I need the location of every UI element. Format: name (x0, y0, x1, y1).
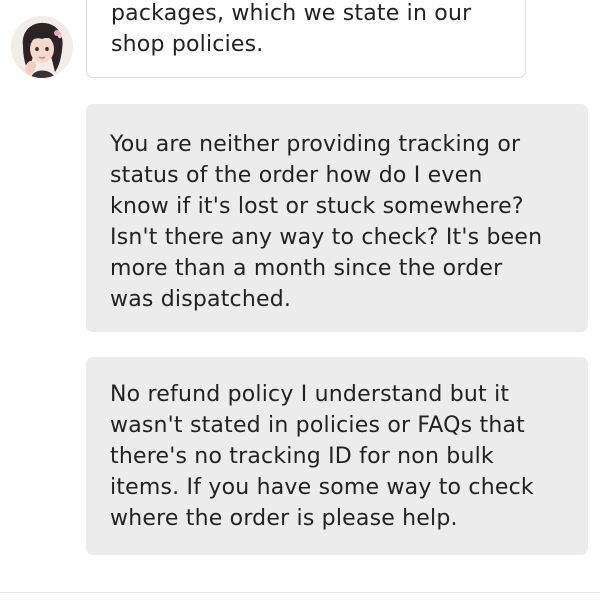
avatar-image (11, 16, 73, 78)
avatar[interactable] (11, 16, 73, 78)
outgoing-message-bubble: You are neither providing tracking or st… (86, 104, 588, 332)
outgoing-message-bubble: No refund policy I understand but it was… (86, 357, 588, 555)
incoming-message-bubble: packages, which we state in our shop pol… (86, 0, 526, 78)
divider (0, 592, 600, 593)
